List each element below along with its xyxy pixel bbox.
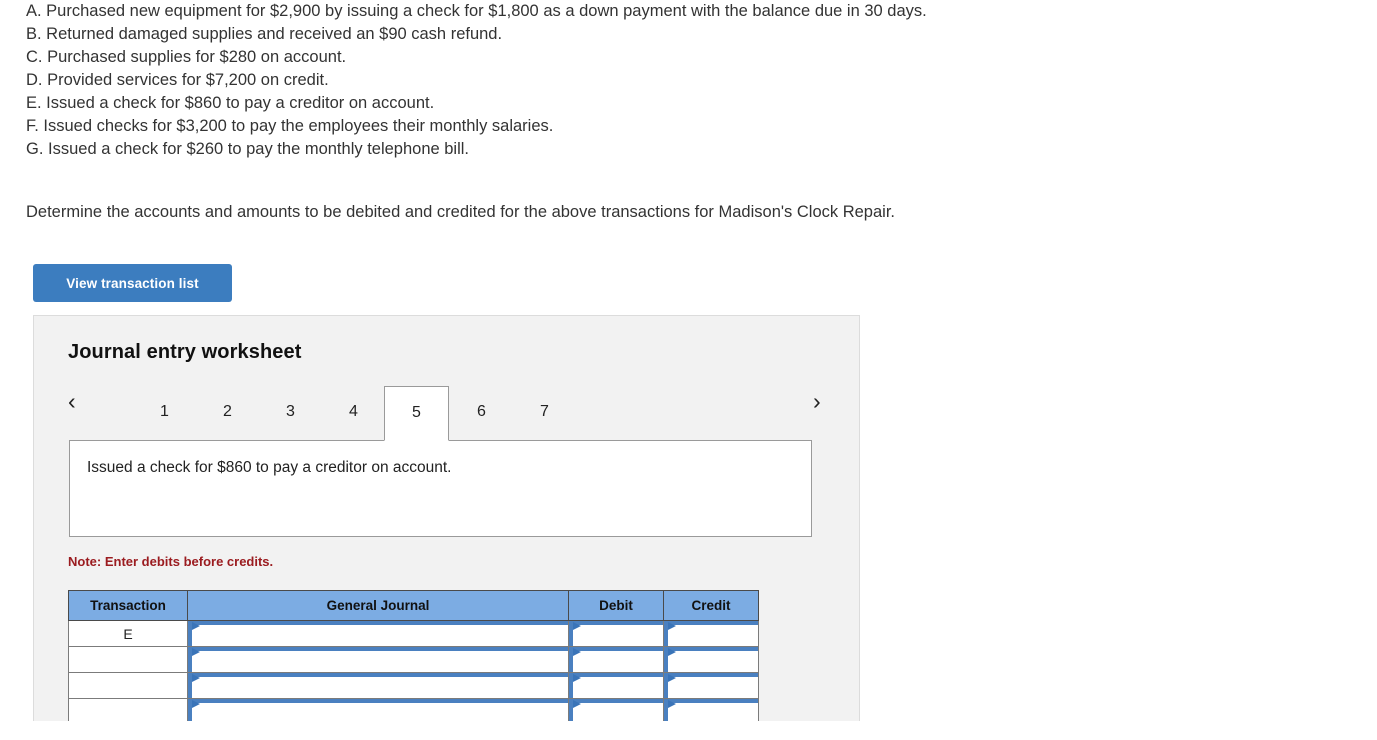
transaction-item-f: F. Issued checks for $3,200 to pay the e… xyxy=(26,117,554,135)
chevron-right-icon[interactable]: › xyxy=(813,390,821,413)
credit-input[interactable] xyxy=(663,672,759,699)
dropdown-triangle-icon xyxy=(192,648,200,656)
cell-frame xyxy=(664,699,758,721)
debit-input[interactable] xyxy=(568,620,664,647)
worksheet-tab-3[interactable]: 3 xyxy=(258,386,323,441)
column-header-general-journal: General Journal xyxy=(187,590,569,621)
debit-input[interactable] xyxy=(568,698,664,721)
table-header-row: Transaction General Journal Debit Credit xyxy=(68,590,759,621)
worksheet-tab-7[interactable]: 7 xyxy=(512,386,577,441)
transaction-list: A. Purchased new equipment for $2,900 by… xyxy=(0,0,1340,161)
cell-frame xyxy=(569,673,663,698)
dropdown-triangle-icon xyxy=(668,700,676,708)
general-journal-input[interactable] xyxy=(187,646,569,673)
cell-frame xyxy=(664,673,758,698)
transaction-item-c: C. Purchased supplies for $280 on accoun… xyxy=(26,48,347,66)
debit-input[interactable] xyxy=(568,646,664,673)
worksheet-tab-1[interactable]: 1 xyxy=(132,386,197,441)
cell-frame xyxy=(188,621,568,646)
worksheet-title: Journal entry worksheet xyxy=(68,341,302,363)
credit-input[interactable] xyxy=(663,698,759,721)
table-row: E xyxy=(68,620,759,647)
instruction-text: Determine the accounts and amounts to be… xyxy=(26,203,895,221)
transaction-item-a: A. Purchased new equipment for $2,900 by… xyxy=(26,2,927,20)
cell-frame xyxy=(569,647,663,672)
transaction-item-e: E. Issued a check for $860 to pay a cred… xyxy=(26,94,435,112)
dropdown-triangle-icon xyxy=(668,674,676,682)
dropdown-triangle-icon xyxy=(573,622,581,630)
general-journal-input[interactable] xyxy=(187,672,569,699)
table-row xyxy=(68,698,759,721)
transaction-cell xyxy=(68,698,188,721)
column-header-debit: Debit xyxy=(568,590,664,621)
transaction-cell: E xyxy=(68,620,188,647)
worksheet-tab-6[interactable]: 6 xyxy=(449,386,514,441)
worksheet-tab-4[interactable]: 4 xyxy=(321,386,386,441)
transaction-item-d: D. Provided services for $7,200 on credi… xyxy=(26,71,329,89)
transaction-description-text: Issued a check for $860 to pay a credito… xyxy=(87,459,452,476)
view-transaction-list-button[interactable]: View transaction list xyxy=(33,264,232,302)
transaction-description-box: Issued a check for $860 to pay a credito… xyxy=(69,440,812,537)
debits-before-credits-note: Note: Enter debits before credits. xyxy=(68,554,274,569)
credit-input[interactable] xyxy=(663,646,759,673)
dropdown-triangle-icon xyxy=(192,674,200,682)
journal-entry-worksheet-panel: Journal entry worksheet ‹ 1 2 3 4 5 6 7 … xyxy=(33,315,860,721)
cell-frame xyxy=(664,621,758,646)
credit-input[interactable] xyxy=(663,620,759,647)
worksheet-tab-strip: ‹ 1 2 3 4 5 6 7 › xyxy=(68,386,828,441)
worksheet-tab-5[interactable]: 5 xyxy=(384,386,449,441)
column-header-transaction: Transaction xyxy=(68,590,188,621)
general-journal-input[interactable] xyxy=(187,620,569,647)
dropdown-triangle-icon xyxy=(573,700,581,708)
dropdown-triangle-icon xyxy=(668,648,676,656)
journal-entry-table: Transaction General Journal Debit Credit… xyxy=(68,590,759,721)
dropdown-triangle-icon xyxy=(192,622,200,630)
transaction-cell xyxy=(68,672,188,699)
chevron-left-icon[interactable]: ‹ xyxy=(68,390,76,413)
transaction-item-b: B. Returned damaged supplies and receive… xyxy=(26,25,503,43)
cell-frame xyxy=(664,647,758,672)
cell-frame xyxy=(569,621,663,646)
column-header-credit: Credit xyxy=(663,590,759,621)
worksheet-tab-2[interactable]: 2 xyxy=(195,386,260,441)
dropdown-triangle-icon xyxy=(573,648,581,656)
table-row xyxy=(68,672,759,699)
dropdown-triangle-icon xyxy=(192,700,200,708)
transaction-cell xyxy=(68,646,188,673)
table-row xyxy=(68,646,759,673)
transaction-item-g: G. Issued a check for $260 to pay the mo… xyxy=(26,140,470,158)
general-journal-input[interactable] xyxy=(187,698,569,721)
debit-input[interactable] xyxy=(568,672,664,699)
cell-frame xyxy=(569,699,663,721)
cell-frame xyxy=(188,673,568,698)
cell-frame xyxy=(188,699,568,721)
dropdown-triangle-icon xyxy=(668,622,676,630)
cell-frame xyxy=(188,647,568,672)
dropdown-triangle-icon xyxy=(573,674,581,682)
